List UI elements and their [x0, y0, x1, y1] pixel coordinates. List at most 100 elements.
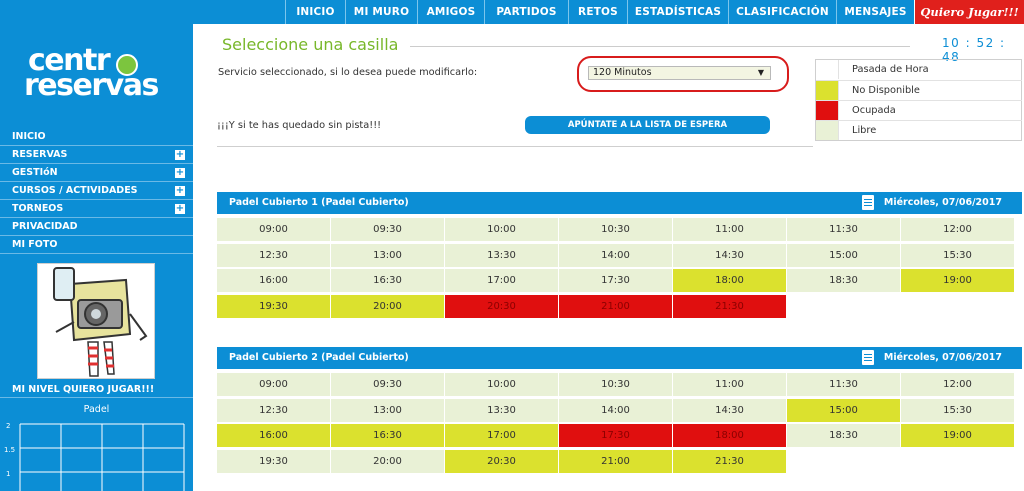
legend-swatch [816, 101, 839, 120]
time-slot[interactable]: 17:00 [445, 269, 558, 292]
nav-item-5[interactable]: ESTADÍSTICAS [627, 0, 728, 24]
sidebar-item-4[interactable]: TORNEOS + [0, 200, 193, 218]
time-slot[interactable]: 21:30 [673, 449, 786, 473]
sidebar-item-label: MI FOTO [12, 239, 58, 250]
time-slot[interactable]: 12:30 [217, 243, 330, 267]
nav-item-7[interactable]: MENSAJES [836, 0, 914, 24]
cartoon-avatar-icon [38, 264, 154, 378]
quiero-jugar-button[interactable]: Quiero Jugar!!! [914, 0, 1024, 24]
time-slot[interactable]: 11:00 [673, 218, 786, 241]
content-divider [217, 146, 813, 147]
time-slot[interactable]: 14:30 [673, 243, 786, 267]
time-slot[interactable]: 20:30 [445, 449, 558, 473]
time-slot[interactable]: 18:30 [787, 424, 900, 447]
time-slot[interactable]: 12:00 [901, 373, 1014, 396]
time-slot[interactable]: 09:00 [217, 218, 330, 241]
calendar-icon[interactable] [862, 350, 874, 365]
time-slot[interactable]: 14:00 [559, 243, 672, 267]
nivel-title: MI NIVEL QUIERO JUGAR!!! [0, 382, 193, 398]
time-slot[interactable]: 17:30 [559, 269, 672, 292]
service-label: Servicio seleccionado, si lo desea puede… [218, 67, 478, 78]
sidebar-item-label: RESERVAS [12, 149, 68, 160]
time-slot[interactable]: 15:30 [901, 243, 1014, 267]
time-slot[interactable]: 13:00 [331, 243, 444, 267]
expand-plus-icon[interactable]: + [175, 168, 185, 178]
legend-row: Pasada de Hora [816, 60, 1022, 80]
time-slot[interactable]: 19:00 [901, 424, 1014, 447]
expand-plus-icon[interactable]: + [175, 150, 185, 160]
time-slot[interactable]: 10:30 [559, 218, 672, 241]
sidebar-item-2[interactable]: GESTIóN + [0, 164, 193, 182]
time-slot[interactable]: 12:00 [901, 218, 1014, 241]
legend-label: Ocupada [852, 105, 896, 116]
time-slot[interactable]: 10:00 [445, 218, 558, 241]
nivel-chart-sport: Padel [83, 404, 110, 415]
time-slot[interactable]: 18:00 [673, 269, 786, 292]
court-date: Miércoles, 07/06/2017 [883, 352, 1002, 363]
nivel-mini-chart: 2 1.5 1 [4, 422, 185, 491]
nav-item-6[interactable]: CLASIFICACIÓN [728, 0, 836, 24]
court-date: Miércoles, 07/06/2017 [883, 197, 1002, 208]
centro-reservas-logo[interactable]: centr reservas [24, 46, 174, 106]
title-divider [410, 46, 910, 47]
time-slot[interactable]: 11:30 [787, 373, 900, 396]
calendar-icon[interactable] [862, 195, 874, 210]
court-name: Padel Cubierto 1 (Padel Cubierto) [229, 197, 409, 208]
nav-item-1[interactable]: MI MURO [345, 0, 417, 24]
legend-label: No Disponible [852, 85, 920, 96]
time-slot[interactable]: 11:00 [673, 373, 786, 396]
sidebar-item-0[interactable]: INICIO [0, 128, 193, 146]
time-slot[interactable]: 18:30 [787, 269, 900, 292]
sidebar-item-6[interactable]: MI FOTO [0, 236, 193, 254]
time-slot[interactable]: 14:30 [673, 398, 786, 422]
expand-plus-icon[interactable]: + [175, 186, 185, 196]
time-slot[interactable]: 15:00 [787, 398, 900, 422]
time-slot[interactable]: 10:00 [445, 373, 558, 396]
time-slot[interactable]: 09:30 [331, 218, 444, 241]
court-header: Padel Cubierto 2 (Padel Cubierto) Miércol… [217, 347, 1022, 369]
time-slot[interactable]: 16:00 [217, 269, 330, 292]
waiting-list-button[interactable]: APÚNTATE A LA LISTA DE ESPERA [525, 116, 770, 134]
nav-item-3[interactable]: PARTIDOS [484, 0, 568, 24]
time-slot[interactable]: 10:30 [559, 373, 672, 396]
nav-item-0[interactable]: INICIO [285, 0, 345, 24]
top-navigation: INICIO MI MURO AMIGOS PARTIDOS RETOS ESTADÍST… [0, 0, 1024, 24]
legend-row: Libre [816, 120, 1022, 140]
time-slot[interactable]: 11:30 [787, 218, 900, 241]
sidebar-item-3[interactable]: CURSOS / ACTIVIDADES + [0, 182, 193, 200]
page-title: Seleccione una casilla [222, 35, 399, 54]
nav-item-2[interactable]: AMIGOS [417, 0, 484, 24]
time-slot[interactable]: 21:00 [559, 449, 672, 473]
sidebar: centr reservas INICIO RESERVAS + GESTIóN + CU… [0, 0, 193, 491]
time-slot[interactable]: 19:30 [217, 449, 330, 473]
time-slot[interactable]: 09:30 [331, 373, 444, 396]
time-slot[interactable]: 12:30 [217, 398, 330, 422]
time-slot[interactable]: 15:00 [787, 243, 900, 267]
time-slot[interactable]: 16:30 [331, 269, 444, 292]
time-slot[interactable]: 16:00 [217, 424, 330, 447]
time-slot[interactable]: 14:00 [559, 398, 672, 422]
time-slot[interactable]: 19:00 [901, 269, 1014, 292]
time-slot[interactable]: 13:30 [445, 243, 558, 267]
time-slot[interactable]: 15:30 [901, 398, 1014, 422]
time-slot[interactable]: 13:00 [331, 398, 444, 422]
mini-chart-tick-2: 2 [6, 422, 10, 430]
expand-plus-icon[interactable]: + [175, 204, 185, 214]
time-slot[interactable]: 17:00 [445, 424, 558, 447]
time-slot[interactable]: 13:30 [445, 398, 558, 422]
sin-pista-text: ¡¡¡Y si te has quedado sin pista!!! [217, 120, 382, 131]
time-slot[interactable]: 20:00 [331, 294, 444, 318]
court-name: Padel Cubierto 2 (Padel Cubierto) [229, 352, 409, 363]
nav-item-4[interactable]: RETOS [568, 0, 627, 24]
sidebar-item-1[interactable]: RESERVAS + [0, 146, 193, 164]
time-slot[interactable]: 16:30 [331, 424, 444, 447]
sidebar-item-label: CURSOS / ACTIVIDADES [12, 185, 138, 196]
time-slot[interactable]: 20:00 [331, 449, 444, 473]
time-slot[interactable]: 19:30 [217, 294, 330, 318]
time-slot[interactable]: 09:00 [217, 373, 330, 396]
mini-chart-tick-1: 1 [6, 470, 10, 478]
court-header: Padel Cubierto 1 (Padel Cubierto) Miércol… [217, 192, 1022, 214]
sidebar-item-5[interactable]: PRIVACIDAD [0, 218, 193, 236]
profile-photo [37, 263, 155, 379]
legend-swatch [816, 121, 839, 140]
